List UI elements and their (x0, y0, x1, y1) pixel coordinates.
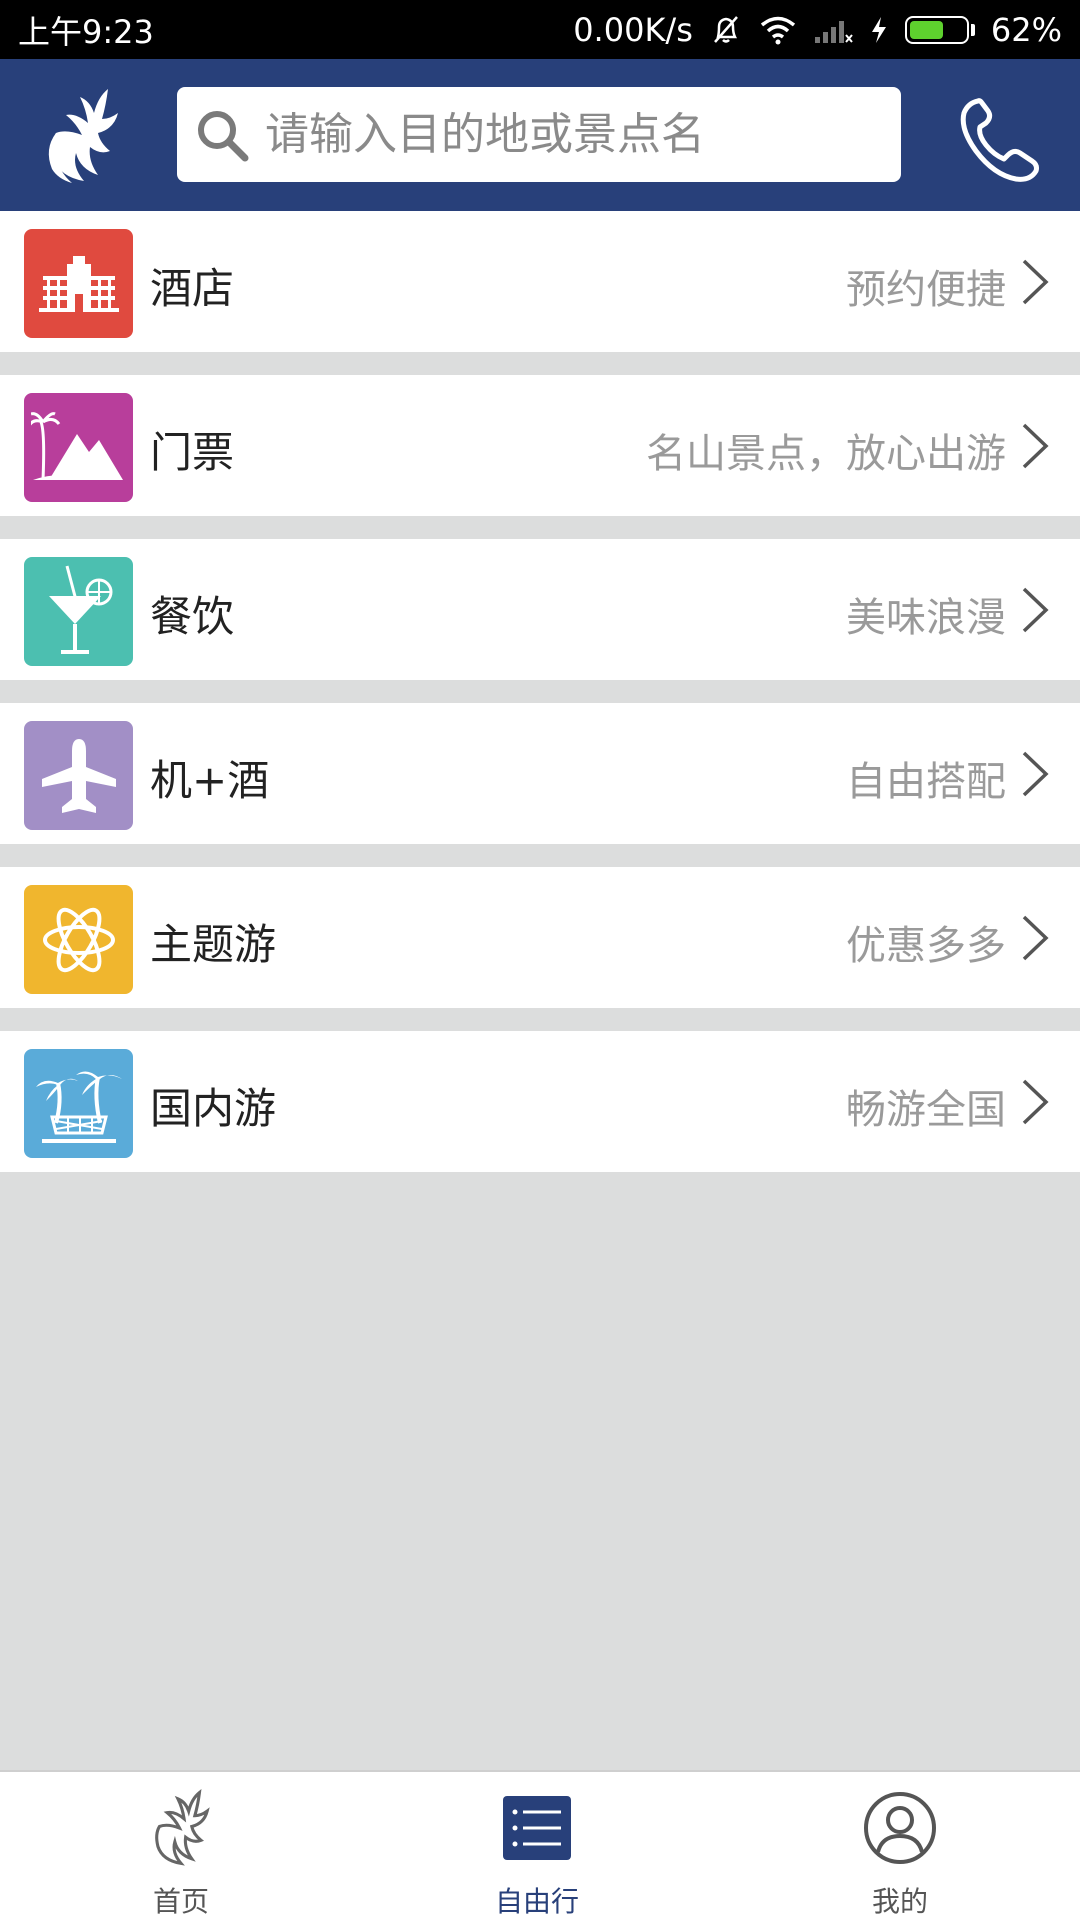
hotel-icon (24, 229, 133, 338)
category-desc: 美味浪漫 (846, 595, 1006, 641)
category-row-dining[interactable]: 餐饮 美味浪漫 (0, 539, 1080, 680)
status-bar: 上午9:23 0.00K/s 62% (0, 0, 1080, 59)
category-list: 酒店 预约便捷 门票 名山景点，放心出游 餐饮 美味浪漫 机+酒 自由搭配 主题… (0, 211, 1080, 1172)
app-header (0, 59, 1080, 211)
list-icon (503, 1796, 571, 1860)
bird-logo-icon[interactable] (36, 83, 132, 187)
network-speed: 0.00K/s (573, 10, 693, 49)
charging-icon (869, 15, 889, 45)
airplane-icon (24, 721, 133, 830)
bell-off-icon (709, 13, 743, 47)
tab-mine[interactable]: 我的 (800, 1772, 1000, 1920)
phone-icon[interactable] (950, 89, 1050, 189)
chevron-right-icon (1022, 751, 1049, 797)
battery-icon (904, 15, 975, 44)
atom-icon (24, 885, 133, 994)
palm-tree-icon (24, 1049, 133, 1158)
signal-icon (813, 15, 853, 45)
tab-label: 我的 (871, 1885, 928, 1918)
wifi-icon (759, 15, 797, 45)
status-time: 上午9:23 (18, 12, 154, 51)
tab-free-travel[interactable]: 自由行 (437, 1772, 637, 1920)
tab-home[interactable]: 首页 (81, 1772, 281, 1920)
category-label: 餐饮 (150, 592, 235, 641)
search-box[interactable] (177, 87, 901, 182)
tab-label: 首页 (152, 1885, 209, 1918)
app-screen: 上午9:23 0.00K/s 62% 请输入目的地或景点名 酒店 预约便捷 门票… (0, 0, 1080, 1920)
search-input[interactable] (265, 94, 901, 175)
battery-percent: 62% (990, 10, 1062, 49)
category-label: 门票 (150, 428, 235, 477)
category-label: 国内游 (150, 1084, 277, 1133)
category-desc: 预约便捷 (846, 267, 1006, 313)
chevron-right-icon (1022, 423, 1049, 469)
battery-fill (909, 20, 944, 39)
category-desc: 优惠多多 (846, 923, 1006, 969)
bottom-nav: 首页 自由行 我的 (0, 1770, 1080, 1920)
category-desc: 畅游全国 (846, 1087, 1006, 1133)
chevron-right-icon (1022, 259, 1049, 305)
category-desc: 名山景点，放心出游 (646, 431, 1006, 477)
search-icon (198, 110, 249, 161)
cocktail-icon (24, 557, 133, 666)
category-row-hotel[interactable]: 酒店 预约便捷 (0, 211, 1080, 352)
chevron-right-icon (1022, 587, 1049, 633)
status-right: 0.00K/s 62% (573, 11, 1062, 49)
category-label: 酒店 (150, 264, 235, 313)
mountain-icon (24, 393, 133, 502)
category-desc: 自由搭配 (846, 759, 1006, 805)
bird-logo-icon (155, 1789, 210, 1866)
tab-label: 自由行 (494, 1885, 579, 1918)
category-row-theme-tour[interactable]: 主题游 优惠多多 (0, 867, 1080, 1008)
category-row-domestic-tour[interactable]: 国内游 畅游全国 (0, 1031, 1080, 1172)
chevron-right-icon (1022, 915, 1049, 961)
category-label: 机+酒 (150, 756, 270, 805)
chevron-right-icon (1022, 1079, 1049, 1125)
user-icon (864, 1792, 936, 1864)
category-row-tickets[interactable]: 门票 名山景点，放心出游 (0, 375, 1080, 516)
category-row-flight-hotel[interactable]: 机+酒 自由搭配 (0, 703, 1080, 844)
category-label: 主题游 (150, 920, 277, 969)
